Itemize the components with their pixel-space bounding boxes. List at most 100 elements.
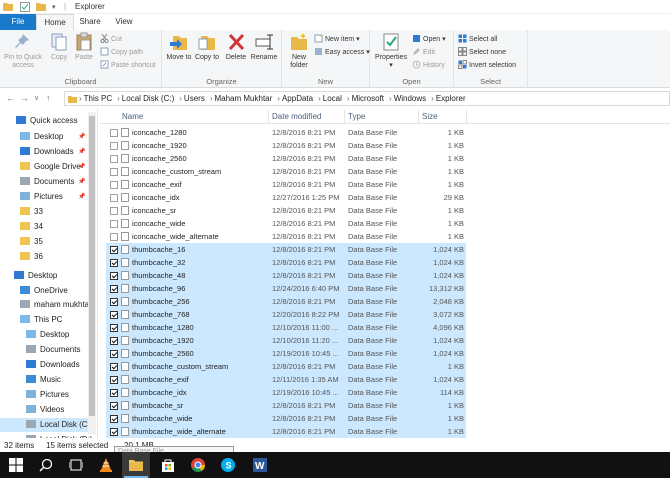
breadcrumb-separator-icon[interactable]: › (347, 94, 350, 103)
table-row[interactable]: iconcache_2560 12/8/2016 8:21 PM Data Base… (106, 152, 466, 165)
breadcrumb-separator-icon[interactable]: › (318, 94, 321, 103)
breadcrumb-separator-icon[interactable]: › (210, 94, 213, 103)
breadcrumb-item[interactable]: AppData (282, 94, 313, 103)
column-type[interactable]: Type (348, 112, 365, 121)
column-date-modified[interactable]: Date modified (272, 112, 321, 121)
tab-home[interactable]: Home (36, 14, 74, 30)
tab-view[interactable]: View (106, 14, 142, 30)
row-checkbox[interactable] (110, 207, 118, 215)
row-checkbox[interactable] (110, 324, 118, 332)
table-row[interactable]: thumbcache_1920 12/10/2016 11:20 ... Data … (106, 334, 466, 347)
skype-taskbar-button[interactable]: S (214, 452, 242, 478)
new-folder-qa-icon[interactable] (36, 2, 46, 12)
nav-item[interactable]: 35 (0, 235, 88, 249)
row-checkbox[interactable] (110, 285, 118, 293)
breadcrumb-item[interactable]: Local Disk (C:) (122, 94, 174, 103)
row-checkbox[interactable] (110, 337, 118, 345)
forward-arrow-icon[interactable]: → (20, 93, 29, 103)
row-checkbox[interactable] (110, 311, 118, 319)
easy-access-button[interactable]: Easy access ▾ (314, 47, 370, 57)
nav-item[interactable]: OneDrive (0, 284, 88, 298)
breadcrumb-item[interactable]: Maham Mukhtar (214, 94, 272, 103)
start-button[interactable] (2, 452, 30, 478)
column-divider[interactable] (344, 110, 345, 124)
row-checkbox[interactable] (110, 298, 118, 306)
row-checkbox[interactable] (110, 402, 118, 410)
nav-item[interactable]: Documents (0, 343, 88, 357)
select-all-button[interactable]: Select all (458, 34, 497, 44)
breadcrumb-separator-icon[interactable]: › (79, 94, 82, 103)
nav-item[interactable]: Desktop (0, 328, 88, 342)
row-checkbox[interactable] (110, 168, 118, 176)
task-view-button[interactable] (62, 452, 90, 478)
up-arrow-icon[interactable]: ↑ (46, 93, 51, 103)
nav-item[interactable]: This PC (0, 313, 88, 327)
row-checkbox[interactable] (110, 220, 118, 228)
row-checkbox[interactable] (110, 129, 118, 137)
table-row[interactable]: iconcache_1280 12/8/2016 8:21 PM Data Base… (106, 126, 466, 139)
column-divider[interactable] (466, 110, 467, 124)
tab-file[interactable]: File (0, 14, 36, 30)
back-arrow-icon[interactable]: ← (6, 93, 15, 103)
new-folder-button[interactable]: New folder (286, 32, 312, 70)
history-button[interactable]: History (412, 60, 445, 70)
nav-item[interactable]: 33 (0, 205, 88, 219)
nav-item[interactable]: maham mukhta (0, 298, 89, 312)
column-size[interactable]: Size (422, 112, 438, 121)
column-divider[interactable] (268, 110, 269, 124)
row-checkbox[interactable] (110, 350, 118, 358)
edit-button[interactable]: Edit (412, 47, 435, 57)
breadcrumb-separator-icon[interactable]: › (389, 94, 392, 103)
chrome-taskbar-button[interactable] (184, 452, 212, 478)
row-checkbox[interactable] (110, 142, 118, 150)
file-explorer-taskbar-button[interactable] (122, 452, 150, 478)
table-row[interactable]: thumbcache_32 12/8/2016 8:21 PM Data Base … (106, 256, 466, 269)
nav-scrollbar[interactable] (88, 112, 96, 434)
paste-shortcut-button[interactable]: Paste shortcut (100, 60, 156, 70)
table-row[interactable]: thumbcache_2560 12/19/2016 10:45 ... Data … (106, 347, 466, 360)
rename-button[interactable]: Rename (250, 32, 278, 62)
breadcrumb-separator-icon[interactable]: › (431, 94, 434, 103)
qa-dropdown-icon[interactable]: ▾ (52, 3, 62, 13)
breadcrumb-item[interactable]: Microsoft (352, 94, 384, 103)
nav-item[interactable]: Google Drive (0, 160, 88, 174)
properties-check-icon[interactable] (20, 2, 30, 12)
column-divider[interactable] (418, 110, 419, 124)
table-row[interactable]: thumbcache_96 12/24/2016 6:40 PM Data Base… (106, 282, 466, 295)
row-checkbox[interactable] (110, 155, 118, 163)
row-checkbox[interactable] (110, 272, 118, 280)
breadcrumb-item[interactable]: Users (184, 94, 205, 103)
row-checkbox[interactable] (110, 389, 118, 397)
table-row[interactable]: iconcache_wide 12/8/2016 8:21 PM Data Base… (106, 217, 466, 230)
properties-button[interactable]: Properties ▾ (374, 32, 408, 70)
nav-item[interactable]: 36 (0, 250, 88, 264)
recent-chevron-icon[interactable]: ∨ (34, 94, 39, 102)
table-row[interactable]: thumbcache_1280 12/10/2016 11:00 ... Data … (106, 321, 466, 334)
row-checkbox[interactable] (110, 376, 118, 384)
breadcrumb-separator-icon[interactable]: › (179, 94, 182, 103)
nav-item[interactable]: 34 (0, 220, 88, 234)
table-row[interactable]: iconcache_1920 12/8/2016 8:21 PM Data Base… (106, 139, 466, 152)
copy-path-button[interactable]: Copy path (100, 47, 143, 57)
vlc-taskbar-button[interactable] (92, 452, 120, 478)
nav-item[interactable]: Desktop (0, 269, 88, 283)
word-taskbar-button[interactable]: W (246, 452, 274, 478)
breadcrumb-item[interactable]: Local (323, 94, 342, 103)
table-row[interactable]: thumbcache_custom_stream 12/8/2016 8:21 P… (106, 360, 466, 373)
row-checkbox[interactable] (110, 194, 118, 202)
copy-button[interactable]: Copy (48, 32, 70, 62)
row-checkbox[interactable] (110, 428, 118, 436)
open-button[interactable]: Open ▾ (412, 34, 446, 44)
nav-item[interactable]: Pictures (0, 190, 88, 204)
select-none-button[interactable]: Select none (458, 47, 506, 57)
breadcrumb-separator-icon[interactable]: › (117, 94, 120, 103)
tab-share[interactable]: Share (74, 14, 106, 30)
table-row[interactable]: iconcache_sr 12/8/2016 8:21 PM Data Base F… (106, 204, 466, 217)
table-row[interactable]: thumbcache_wide_alternate 12/8/2016 8:21 … (106, 425, 466, 438)
pin-quick-access-button[interactable]: Pin to Quick access (2, 32, 44, 70)
address-bar[interactable]: › This PC › Local Disk (C:) › Users › Maham Muk… (64, 91, 670, 106)
search-button[interactable] (32, 452, 60, 478)
table-row[interactable]: thumbcache_exif 12/11/2016 1:35 AM Data Ba… (106, 373, 466, 386)
table-row[interactable]: thumbcache_sr 12/8/2016 8:21 PM Data Base … (106, 399, 466, 412)
nav-item[interactable]: Downloads (0, 145, 88, 159)
